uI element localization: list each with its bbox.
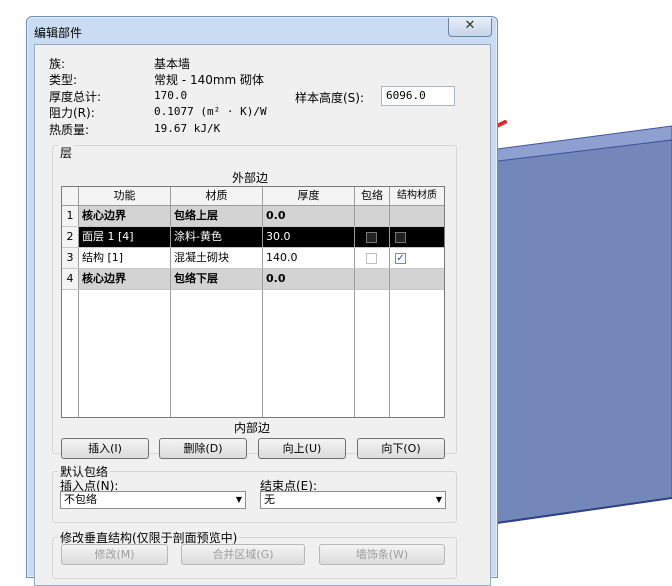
- family-value: 基本墙: [154, 57, 191, 71]
- insert-point-value: 不包络: [64, 493, 97, 506]
- row-structural-cell: [390, 269, 444, 289]
- row-material[interactable]: 混凝土砌块: [171, 248, 262, 268]
- insert-point-dropdown[interactable]: 不包络 ▼: [60, 491, 246, 509]
- wall-front-face: [489, 139, 672, 525]
- row-number: 3: [62, 248, 78, 268]
- dialog-title: 编辑部件: [34, 26, 83, 40]
- layers-table: 功能 材质 厚度 包络 结构材质 1 核心边界 包络上层 0.0 2 面层 1 …: [61, 186, 445, 418]
- wraps-checkbox[interactable]: [366, 253, 377, 264]
- resistance-value: 0.1077 (m² · K)/W: [154, 105, 267, 118]
- table-row-selected[interactable]: 2 面层 1 [4] 涂料-黄色 30.0: [62, 227, 444, 248]
- merge-regions-button[interactable]: 合并区域(G): [181, 544, 305, 565]
- table-row[interactable]: 1 核心边界 包络上层 0.0: [62, 206, 444, 227]
- delete-button[interactable]: 删除(D): [159, 438, 247, 459]
- row-number: 1: [62, 206, 78, 226]
- thermal-mass-label: 热质量:: [49, 123, 90, 137]
- table-row[interactable]: 4 核心边界 包络下层 0.0: [62, 269, 444, 290]
- thickness-label: 厚度总计:: [49, 90, 102, 104]
- row-thickness[interactable]: 30.0: [263, 227, 354, 247]
- row-wraps-cell: [355, 206, 389, 226]
- thickness-value: 170.0: [154, 89, 188, 102]
- row-number: 4: [62, 269, 78, 289]
- column-header-function[interactable]: 功能: [79, 187, 170, 206]
- chevron-down-icon: ▼: [235, 495, 242, 504]
- sample-height-label: 样本高度(S):: [295, 91, 365, 105]
- row-material[interactable]: 包络上层: [171, 206, 262, 226]
- insert-button[interactable]: 插入(I): [61, 438, 149, 459]
- end-point-dropdown[interactable]: 无 ▼: [260, 491, 446, 509]
- sample-height-input[interactable]: 6096.0: [381, 86, 455, 106]
- interior-side-label: 内部边: [234, 421, 271, 435]
- structural-material-checkbox[interactable]: ✓: [395, 253, 406, 264]
- row-structural-cell: [390, 206, 444, 226]
- type-label: 类型:: [49, 73, 78, 87]
- row-function[interactable]: 核心边界: [79, 206, 170, 226]
- title-bar: 编辑部件 ✕: [27, 17, 497, 45]
- structural-material-checkbox[interactable]: [395, 232, 406, 243]
- resistance-label: 阻力(R):: [49, 106, 95, 120]
- chevron-down-icon: ▼: [435, 495, 442, 504]
- dialog-body: 族: 基本墙 类型: 常规 - 140mm 砌体 厚度总计: 170.0 阻力(…: [34, 44, 491, 586]
- row-number: 2: [62, 227, 78, 247]
- family-label: 族:: [49, 57, 66, 71]
- row-material[interactable]: 包络下层: [171, 269, 262, 289]
- column-header-material[interactable]: 材质: [171, 187, 262, 206]
- modify-button[interactable]: 修改(M): [61, 544, 168, 565]
- type-value: 常规 - 140mm 砌体: [154, 73, 265, 87]
- edit-assembly-dialog: 编辑部件 ✕ 族: 基本墙 类型: 常规 - 140mm 砌体 厚度总计: 17…: [26, 16, 498, 586]
- row-thickness[interactable]: 140.0: [263, 248, 354, 268]
- move-down-button[interactable]: 向下(O): [357, 438, 445, 459]
- row-function[interactable]: 结构 [1]: [79, 248, 170, 268]
- column-header-num: [62, 187, 78, 206]
- move-up-button[interactable]: 向上(U): [258, 438, 346, 459]
- row-function[interactable]: 面层 1 [4]: [79, 227, 170, 247]
- end-point-value: 无: [264, 493, 275, 506]
- check-icon: ✓: [396, 253, 405, 264]
- row-function[interactable]: 核心边界: [79, 269, 170, 289]
- table-row[interactable]: 3 结构 [1] 混凝土砌块 140.0 ✓: [62, 248, 444, 269]
- column-header-wraps[interactable]: 包络: [355, 187, 389, 206]
- close-icon: ✕: [464, 18, 476, 33]
- row-thickness[interactable]: 0.0: [263, 269, 354, 289]
- sweeps-button[interactable]: 墙饰条(W): [319, 544, 445, 565]
- row-thickness[interactable]: 0.0: [263, 206, 354, 226]
- layers-group-title: 层: [58, 144, 75, 161]
- wraps-checkbox[interactable]: [366, 232, 377, 243]
- thermal-mass-value: 19.67 kJ/K: [154, 122, 221, 135]
- row-wraps-cell: [355, 269, 389, 289]
- row-material[interactable]: 涂料-黄色: [171, 227, 262, 247]
- column-header-thickness[interactable]: 厚度: [263, 187, 354, 206]
- exterior-side-label: 外部边: [232, 171, 269, 185]
- close-button[interactable]: ✕: [448, 18, 492, 37]
- column-header-structural-material[interactable]: 结构材质: [390, 187, 444, 206]
